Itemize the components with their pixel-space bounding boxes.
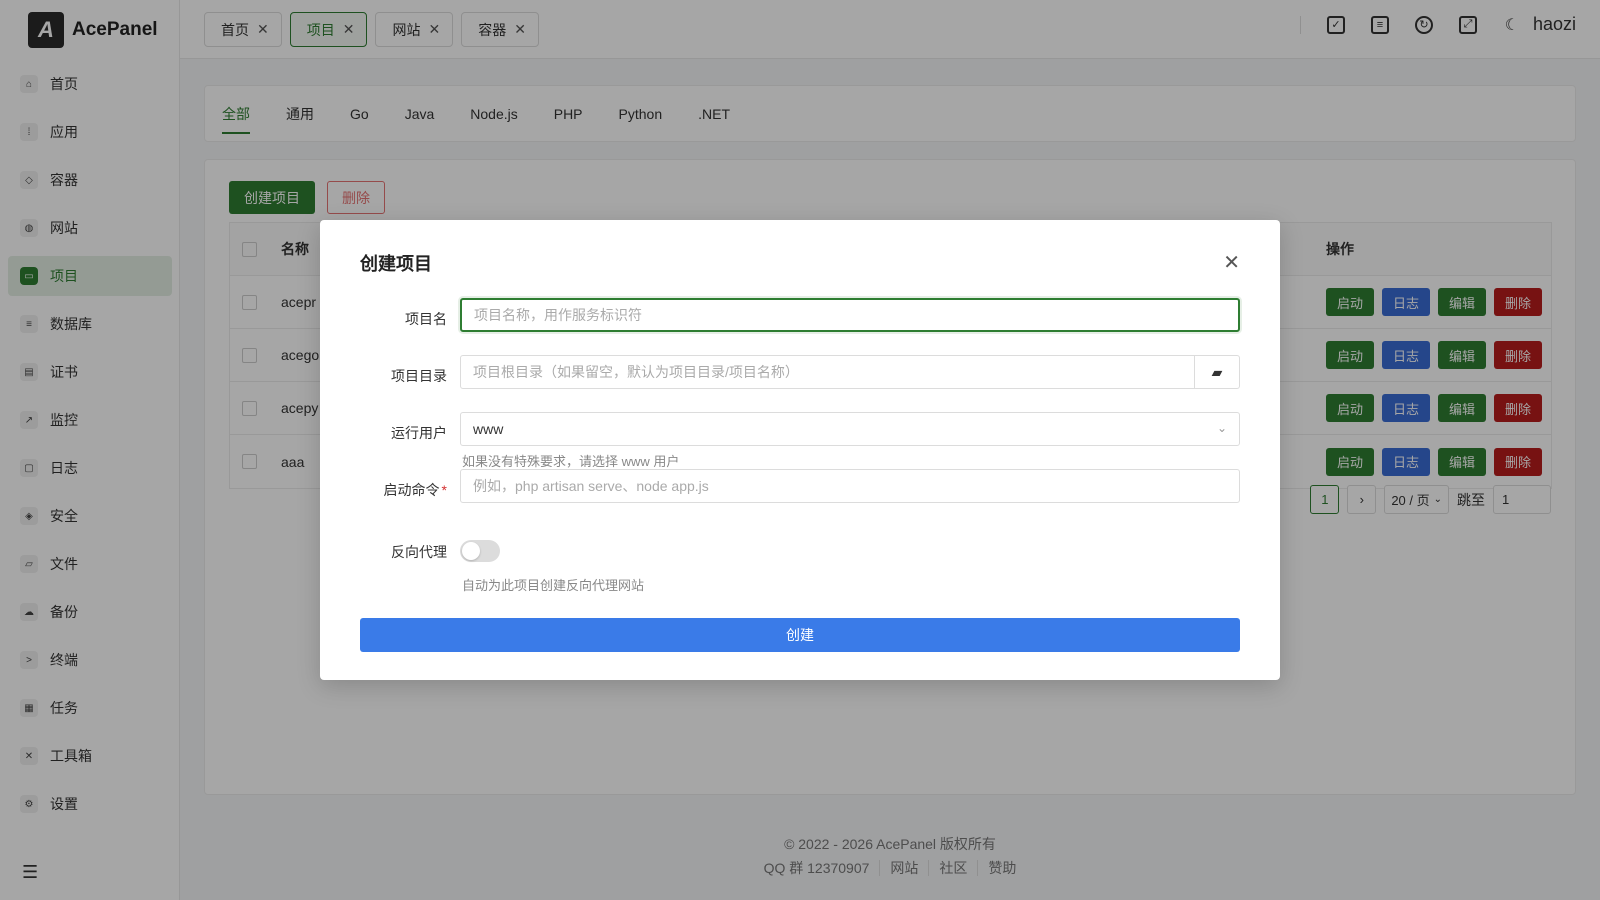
project-dir-input[interactable]: 项目根目录（如果留空，默认为项目目录/项目名称） ▰ — [460, 355, 1240, 389]
start-cmd-input[interactable]: 例如，php artisan serve、node app.js — [460, 469, 1240, 503]
reverse-proxy-label: 反向代理 — [391, 544, 447, 560]
run-user-value: www — [473, 421, 504, 437]
run-user-select[interactable]: www ⌄ — [460, 412, 1240, 446]
project-name-placeholder: 项目名称，用作服务标识符 — [474, 307, 642, 323]
submit-create-button[interactable]: 创建 — [360, 618, 1240, 652]
chevron-down-icon: ⌄ — [1216, 421, 1227, 435]
toggle-knob — [462, 542, 480, 560]
start-cmd-placeholder: 例如，php artisan serve、node app.js — [473, 478, 709, 494]
start-cmd-label-text: 启动命令 — [383, 482, 440, 498]
modal-title: 创建项目 — [360, 254, 432, 274]
project-name-input[interactable]: 项目名称，用作服务标识符 — [460, 298, 1240, 332]
project-dir-label: 项目目录 — [391, 368, 447, 384]
folder-picker-icon[interactable]: ▰ — [1194, 356, 1239, 388]
reverse-proxy-hint: 自动为此项目创建反向代理网站 — [462, 578, 645, 593]
project-name-label: 项目名 — [405, 311, 447, 327]
start-cmd-label: 启动命令 * — [360, 480, 447, 500]
reverse-proxy-toggle[interactable] — [460, 540, 500, 562]
run-user-hint: 如果没有特殊要求，请选择 www 用户 — [462, 454, 680, 469]
project-dir-placeholder: 项目根目录（如果留空，默认为项目目录/项目名称） — [473, 364, 799, 380]
close-icon[interactable]: ✕ — [1223, 250, 1240, 275]
required-mark: * — [441, 482, 447, 498]
run-user-label: 运行用户 — [391, 425, 447, 441]
create-project-modal: 创建项目 ✕ 项目名 项目名称，用作服务标识符 项目目录 项目根目录（如果留空，… — [320, 220, 1280, 680]
